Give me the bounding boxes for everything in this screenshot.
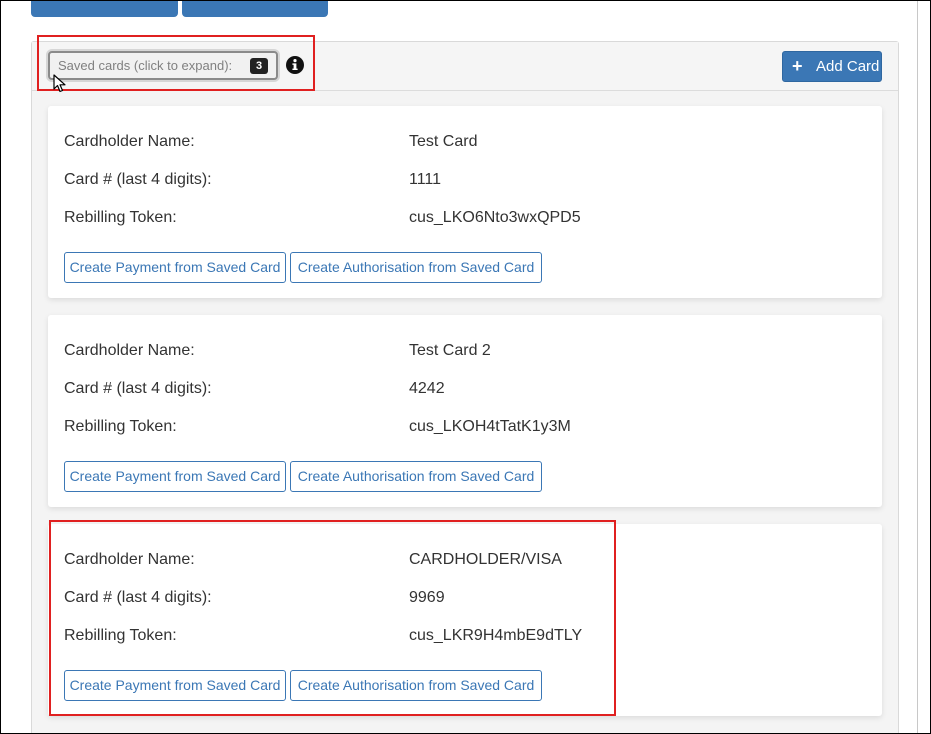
saved-card: Cardholder Name: Test Card Card # (last … <box>48 106 882 298</box>
last4-value: 1111 <box>409 171 442 188</box>
last4-label: Card # (last 4 digits): <box>64 380 212 397</box>
cardholder-value: CARDHOLDER/VISA <box>409 551 562 568</box>
create-authorisation-button[interactable]: Create Authorisation from Saved Card <box>290 461 542 492</box>
saved-card: Cardholder Name: CARDHOLDER/VISA Card # … <box>48 524 882 716</box>
top-tab-button-1[interactable] <box>31 1 178 17</box>
token-label: Rebilling Token: <box>64 418 177 435</box>
token-value: cus_LKR9H4mbE9dTLY <box>409 627 583 644</box>
create-payment-button[interactable]: Create Payment from Saved Card <box>64 461 286 492</box>
last4-label: Card # (last 4 digits): <box>64 171 212 188</box>
cardholder-label: Cardholder Name: <box>64 133 195 150</box>
cardholder-value: Test Card 2 <box>409 342 491 359</box>
create-payment-button[interactable]: Create Payment from Saved Card <box>64 252 286 283</box>
token-value: cus_LKOH4tTatK1y3M <box>409 418 571 435</box>
cardholder-label: Cardholder Name: <box>64 342 195 359</box>
last4-value: 9969 <box>409 589 445 606</box>
info-circle-icon[interactable] <box>286 56 304 74</box>
create-authorisation-button[interactable]: Create Authorisation from Saved Card <box>290 252 542 283</box>
cardholder-label: Cardholder Name: <box>64 551 195 568</box>
expand-label: Saved cards (click to expand): <box>58 58 233 73</box>
add-card-label: Add Card <box>816 58 880 75</box>
last4-label: Card # (last 4 digits): <box>64 589 212 606</box>
token-label: Rebilling Token: <box>64 209 177 226</box>
saved-cards-panel: Saved cards (click to expand): 3 + Add C… <box>31 41 899 733</box>
last4-value: 4242 <box>409 380 445 397</box>
create-payment-button[interactable]: Create Payment from Saved Card <box>64 670 286 701</box>
scroll-divider <box>917 1 918 733</box>
create-authorisation-button[interactable]: Create Authorisation from Saved Card <box>290 670 542 701</box>
add-card-button[interactable]: + Add Card <box>782 51 882 82</box>
top-tab-button-2[interactable] <box>182 1 328 17</box>
token-value: cus_LKO6Nto3wxQPD5 <box>409 209 581 226</box>
panel-header: Saved cards (click to expand): 3 + Add C… <box>32 42 898 91</box>
screenshot-frame: Saved cards (click to expand): 3 + Add C… <box>0 0 931 734</box>
plus-icon: + <box>792 56 803 76</box>
token-label: Rebilling Token: <box>64 627 177 644</box>
cardholder-value: Test Card <box>409 133 478 150</box>
mouse-cursor-icon <box>53 74 66 93</box>
saved-card: Cardholder Name: Test Card 2 Card # (las… <box>48 315 882 507</box>
card-count-badge: 3 <box>250 58 268 74</box>
saved-cards-expand-button[interactable]: Saved cards (click to expand): 3 <box>48 51 278 80</box>
